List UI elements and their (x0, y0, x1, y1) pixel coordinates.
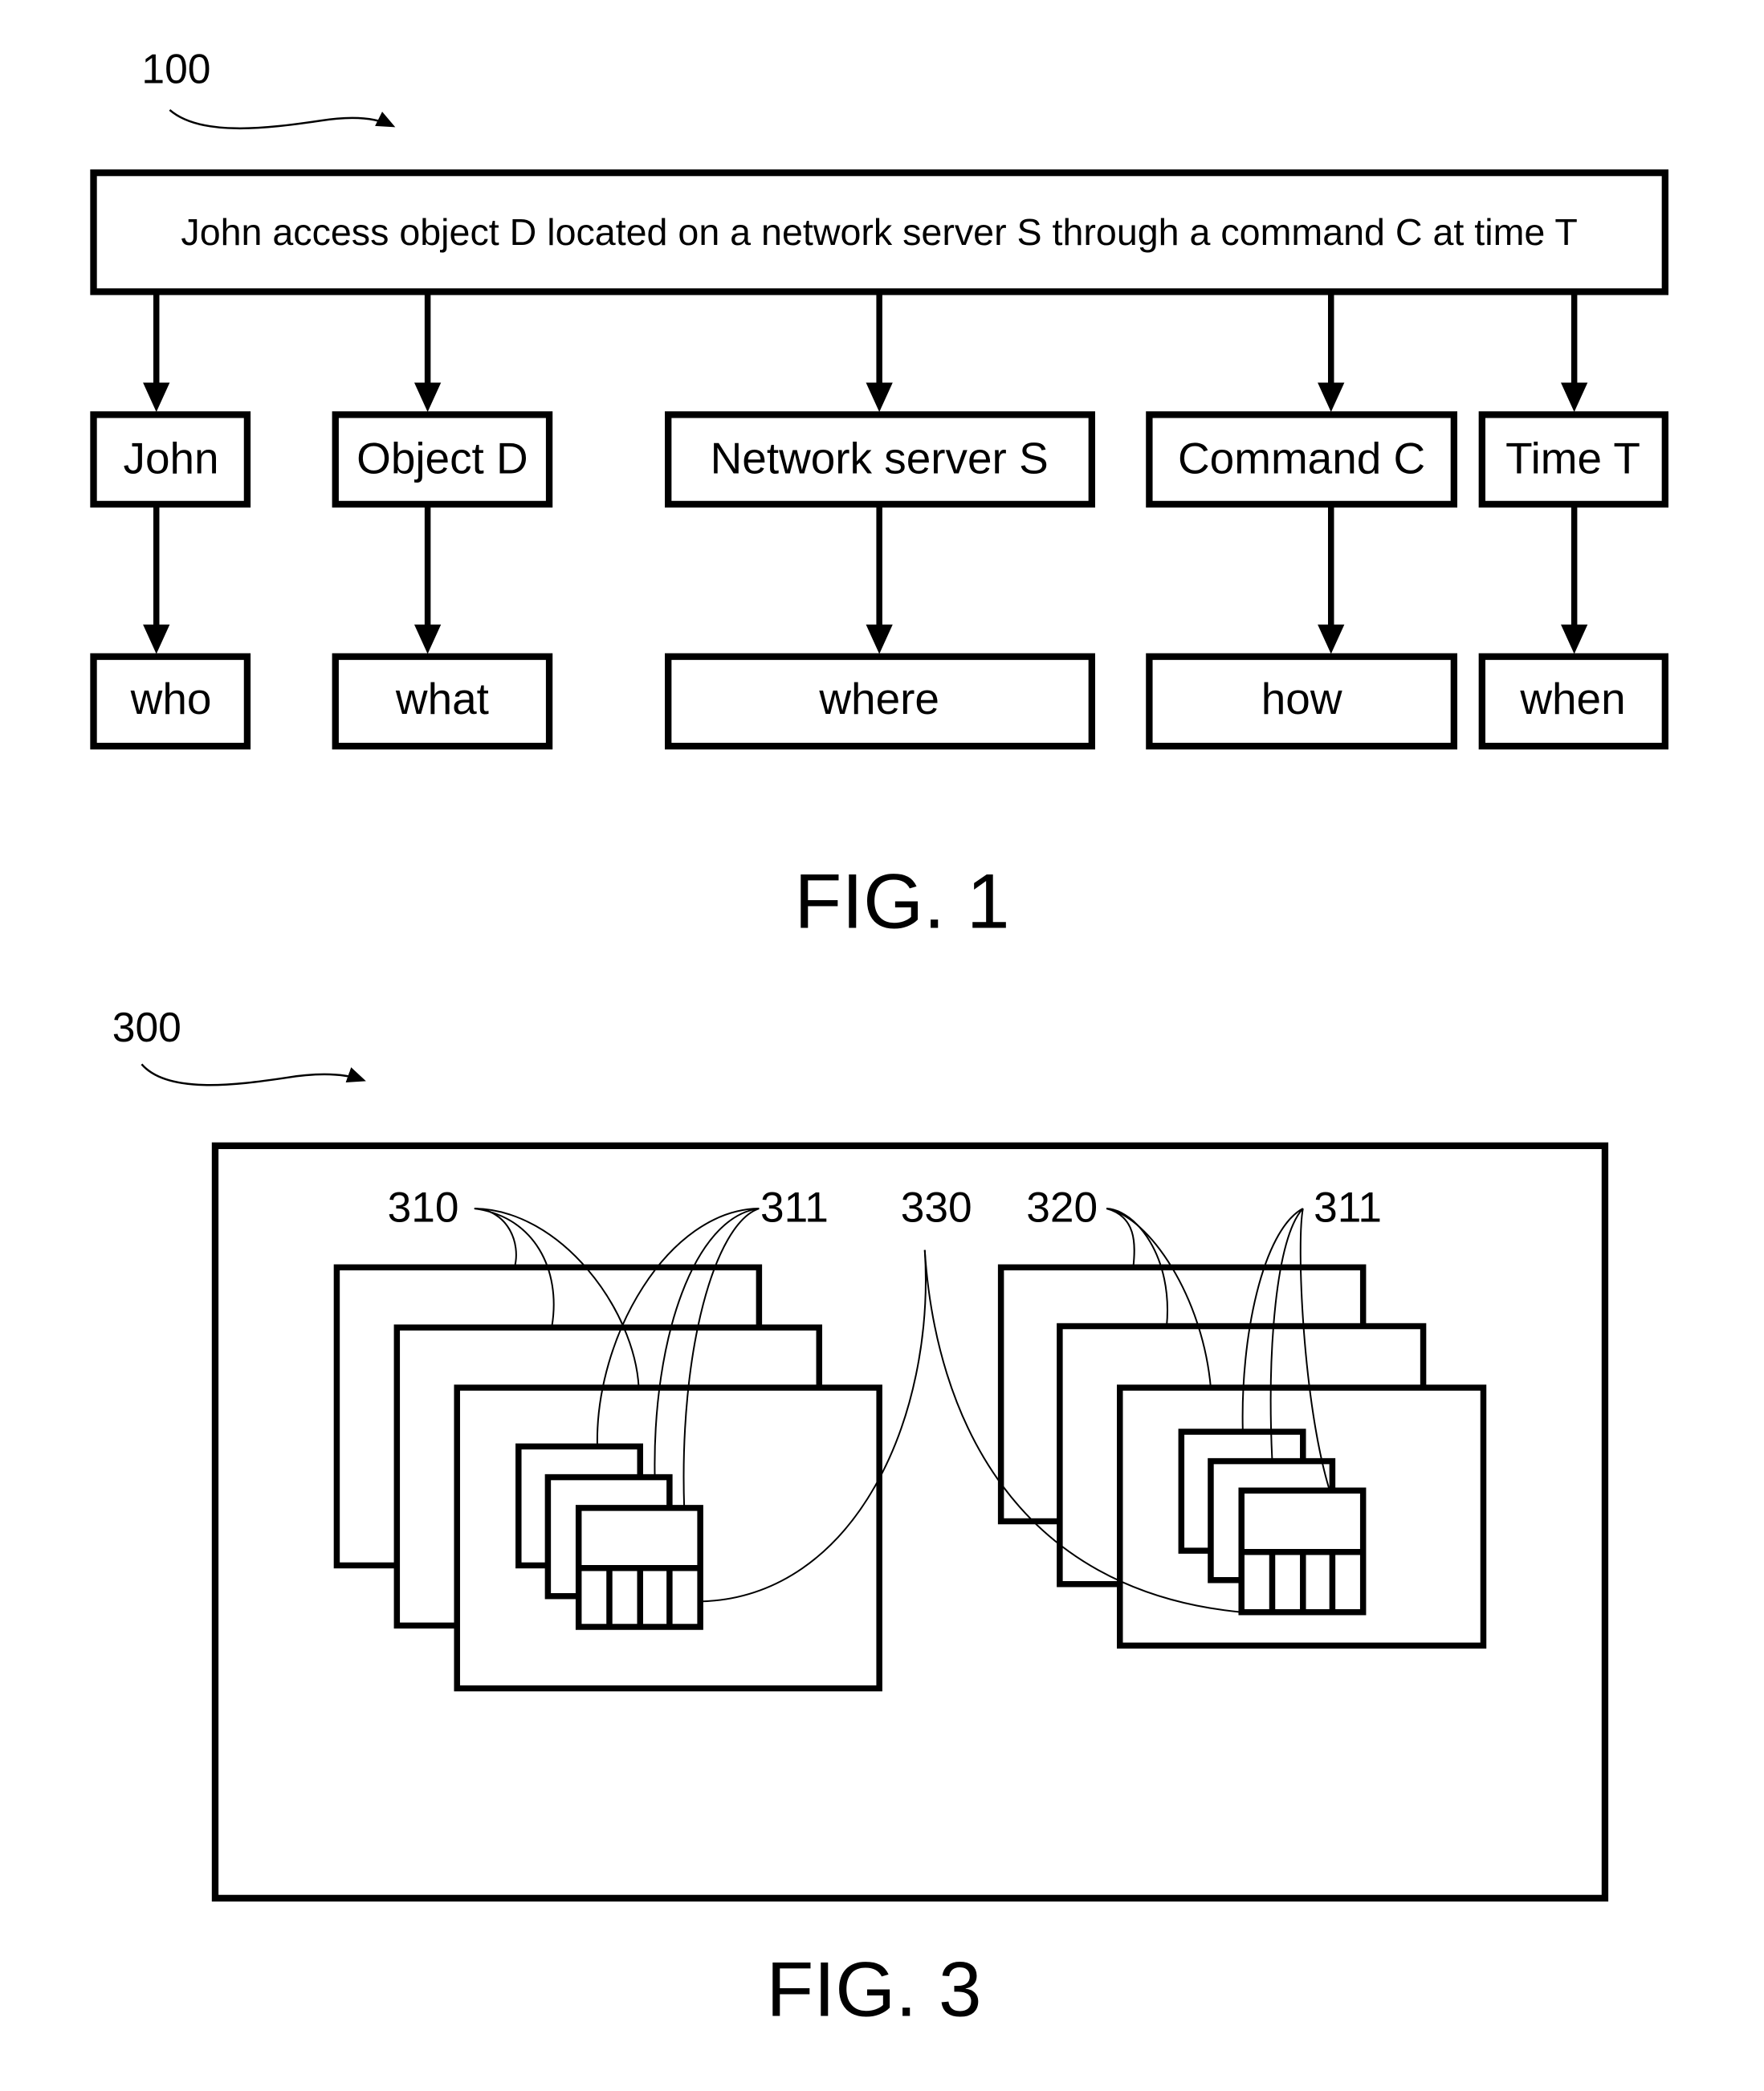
sentence-text: John access object D located on a networ… (181, 211, 1577, 253)
ref-arrow-300 (141, 1063, 366, 1086)
role-label: who (130, 674, 212, 723)
role-label: when (1519, 674, 1625, 723)
ref-label-320: 320 (1026, 1184, 1098, 1232)
figure-1: 100 John access object D located on a ne… (90, 46, 1668, 945)
arrowhead-time (1561, 382, 1588, 413)
device-group-310 (333, 1264, 882, 1692)
entity-label: Time T (1505, 434, 1640, 483)
ref-label-100: 100 (141, 46, 210, 92)
ref-label-311-left: 311 (760, 1184, 829, 1232)
ref-label-300: 300 (112, 1004, 181, 1050)
arrowhead-what (414, 624, 442, 654)
entity-label: Command C (1178, 434, 1425, 483)
arrowhead-how (1318, 624, 1345, 654)
arrowhead-when (1561, 624, 1588, 654)
sentence-to-entity-arrows (143, 294, 1588, 413)
entity-label: Network server S (711, 434, 1049, 483)
figure-caption-1: FIG. 1 (794, 859, 1009, 945)
figure-caption-3: FIG. 3 (766, 1946, 981, 2032)
ref-label-330: 330 (901, 1184, 972, 1232)
patent-figures: 100 John access object D located on a ne… (90, 46, 1668, 2032)
ref-arrow-100 (169, 108, 396, 130)
arrowhead-object-d (414, 382, 442, 413)
entity-label: John (124, 434, 219, 483)
ref-label-310: 310 (388, 1184, 459, 1232)
figure-3: 300 310 311 330 320 311 FIG. 3 (112, 1004, 1609, 2032)
entity-to-role-arrows (143, 507, 1588, 654)
arrowhead-command (1318, 382, 1345, 413)
entity-row: John Object D Network server S Command C… (90, 411, 1668, 508)
arrowhead-where (866, 624, 893, 654)
ref-label-311-right: 311 (1314, 1184, 1382, 1232)
role-label: where (818, 674, 939, 723)
arrowhead-who (143, 624, 170, 654)
role-row: who what where how when (90, 653, 1668, 750)
entity-label: Object D (356, 434, 528, 483)
arrowhead-john (143, 382, 170, 413)
role-label: what (395, 674, 489, 723)
arrowhead-network-server (866, 382, 893, 413)
role-label: how (1261, 674, 1342, 723)
